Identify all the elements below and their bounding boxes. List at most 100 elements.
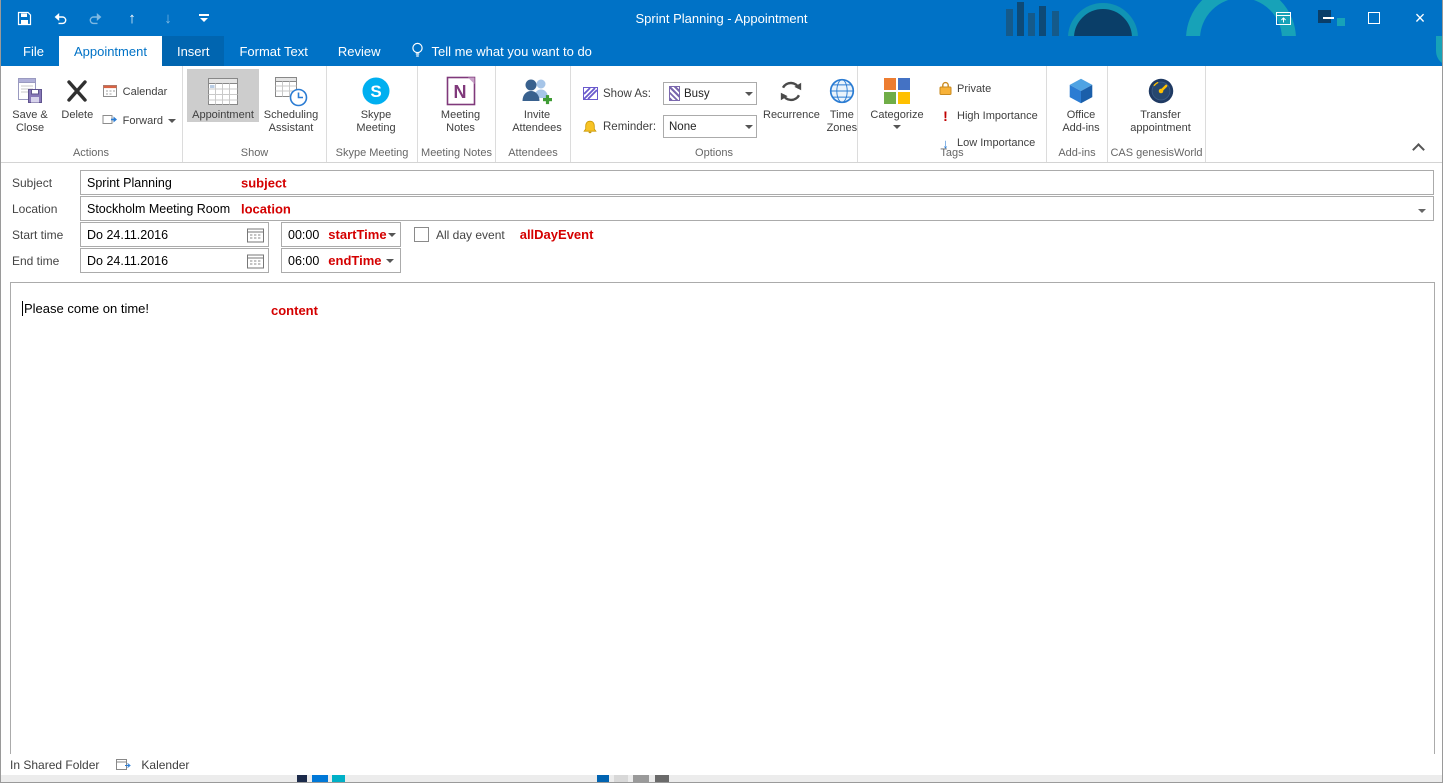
all-day-annotation: allDayEvent	[520, 227, 594, 242]
tab-insert[interactable]: Insert	[162, 36, 225, 66]
save-and-close-button[interactable]: Save & Close	[4, 69, 56, 135]
location-input[interactable]: Stockholm Meeting Room location	[80, 196, 1434, 221]
window-controls: ×	[1261, 0, 1443, 36]
ribbon-group-meeting-notes: N Meeting Notes Meeting Notes	[418, 66, 496, 162]
quick-access-toolbar: ↑ ↓	[14, 0, 214, 36]
start-time-row: Start time Do 24.11.2016 00:00 startTime…	[12, 223, 593, 246]
folder-name[interactable]: Kalender	[141, 758, 189, 772]
high-importance-button[interactable]: ! High Importance	[936, 106, 1041, 126]
show-as-select[interactable]: Busy	[663, 82, 757, 105]
svg-text:S: S	[370, 82, 381, 101]
calendar-icon	[102, 83, 118, 101]
appointment-button[interactable]: Appointment	[187, 69, 259, 122]
show-as-icon	[581, 87, 599, 100]
private-button[interactable]: Private	[936, 79, 1041, 99]
tab-review[interactable]: Review	[323, 36, 396, 66]
subject-input[interactable]: Sprint Planning subject	[80, 170, 1434, 195]
office-addins-button[interactable]: Office Add-ins	[1053, 69, 1109, 135]
svg-text:N: N	[453, 82, 466, 102]
redo-icon[interactable]	[86, 8, 106, 28]
skype-meeting-button[interactable]: S Skype Meeting	[339, 69, 413, 135]
tell-me-box[interactable]: Tell me what you want to do	[411, 36, 591, 66]
recurrence-label: Recurrence	[763, 109, 820, 122]
shared-calendar-icon	[116, 758, 132, 772]
start-date-value: Do 24.11.2016	[81, 228, 168, 242]
group-label-actions: Actions	[0, 147, 182, 159]
invite-attendees-button[interactable]: Invite Attendees	[504, 69, 570, 135]
categorize-label: Categorize	[870, 109, 923, 122]
location-label: Location	[12, 202, 80, 216]
chevron-down-icon	[741, 116, 756, 137]
busy-indicator-icon	[669, 86, 680, 101]
office-addins-icon	[1064, 72, 1098, 109]
reminder-select[interactable]: None	[663, 115, 757, 138]
all-day-event-checkbox[interactable]	[414, 227, 429, 242]
recurrence-button[interactable]: Recurrence	[761, 69, 822, 122]
invite-attendees-label: Invite Attendees	[510, 109, 564, 135]
forward-button[interactable]: Forward	[99, 111, 179, 131]
ribbon-group-cas: Transfer appointment CAS genesisWorld	[1108, 66, 1206, 162]
maximize-button[interactable]	[1351, 0, 1397, 36]
time-zones-button[interactable]: Time Zones	[822, 69, 862, 135]
calendar-button[interactable]: Calendar	[99, 82, 179, 102]
delete-icon	[64, 72, 90, 109]
end-time-input[interactable]: 06:00 endTime	[281, 248, 401, 273]
meeting-notes-button[interactable]: N Meeting Notes	[428, 69, 494, 135]
close-button[interactable]: ×	[1397, 0, 1443, 36]
tabrow-decoration	[1436, 36, 1443, 66]
minimize-button[interactable]	[1305, 0, 1351, 36]
date-picker-icon[interactable]	[247, 253, 264, 268]
ribbon-display-options-icon[interactable]	[1261, 0, 1305, 36]
start-time-input[interactable]: 00:00 startTime	[281, 222, 401, 247]
transfer-appointment-icon	[1144, 72, 1178, 109]
start-time-value: 00:00	[282, 228, 319, 242]
onenote-icon: N	[444, 72, 478, 109]
chevron-down-icon[interactable]	[383, 259, 397, 263]
scheduling-assistant-button[interactable]: Scheduling Assistant	[259, 69, 323, 135]
appointment-label: Appointment	[192, 109, 254, 122]
subject-value: Sprint Planning	[81, 176, 172, 190]
chevron-down-icon	[893, 125, 901, 129]
categorize-icon	[882, 72, 912, 109]
ribbon-group-show: Appointment Scheduling Assistant Show	[183, 66, 327, 162]
ribbon-group-tags: Categorize Private ! High Importance ↓ L…	[858, 66, 1047, 162]
save-and-close-icon	[15, 72, 45, 109]
content-annotation: content	[271, 303, 318, 318]
skype-meeting-label: Skype Meeting	[351, 109, 401, 135]
subject-annotation: subject	[241, 175, 287, 190]
end-time-annotation: endTime	[319, 253, 383, 268]
start-date-input[interactable]: Do 24.11.2016	[80, 222, 269, 247]
all-day-event-label: All day event	[436, 228, 505, 242]
forward-icon	[102, 112, 118, 130]
subject-label: Subject	[12, 176, 80, 190]
folder-status-text: In Shared Folder	[10, 758, 99, 772]
up-arrow-icon[interactable]: ↑	[122, 8, 142, 28]
group-label-skype: Skype Meeting	[327, 147, 417, 159]
office-addins-label: Office Add-ins	[1059, 109, 1103, 135]
invite-attendees-icon	[520, 72, 554, 109]
tell-me-label: Tell me what you want to do	[431, 44, 591, 59]
date-picker-icon[interactable]	[247, 227, 264, 242]
collapse-ribbon-button[interactable]	[1409, 140, 1427, 154]
categorize-button[interactable]: Categorize	[866, 69, 928, 129]
body-editor[interactable]: Please come on time! content	[10, 282, 1435, 756]
tab-file[interactable]: File	[8, 36, 59, 66]
location-row: Location Stockholm Meeting Room location	[12, 197, 1434, 220]
chevron-down-icon[interactable]	[1418, 202, 1426, 216]
undo-icon[interactable]	[50, 8, 70, 28]
reminder-bell-icon	[581, 120, 599, 134]
transfer-appointment-button[interactable]: Transfer appointment	[1116, 69, 1206, 135]
delete-button[interactable]: Delete	[56, 69, 99, 122]
tab-format-text[interactable]: Format Text	[224, 36, 322, 66]
tab-appointment[interactable]: Appointment	[59, 36, 162, 66]
chevron-down-icon[interactable]	[387, 233, 397, 237]
meeting-notes-label: Meeting Notes	[438, 109, 484, 135]
end-date-input[interactable]: Do 24.11.2016	[80, 248, 269, 273]
forward-label: Forward	[123, 115, 163, 127]
lightbulb-icon	[411, 42, 424, 61]
customize-quick-access-icon[interactable]	[194, 8, 214, 28]
calendar-label: Calendar	[123, 86, 168, 98]
save-icon[interactable]	[14, 8, 34, 28]
down-arrow-icon[interactable]: ↓	[158, 8, 178, 28]
ribbon-group-addins: Office Add-ins Add-ins	[1047, 66, 1108, 162]
